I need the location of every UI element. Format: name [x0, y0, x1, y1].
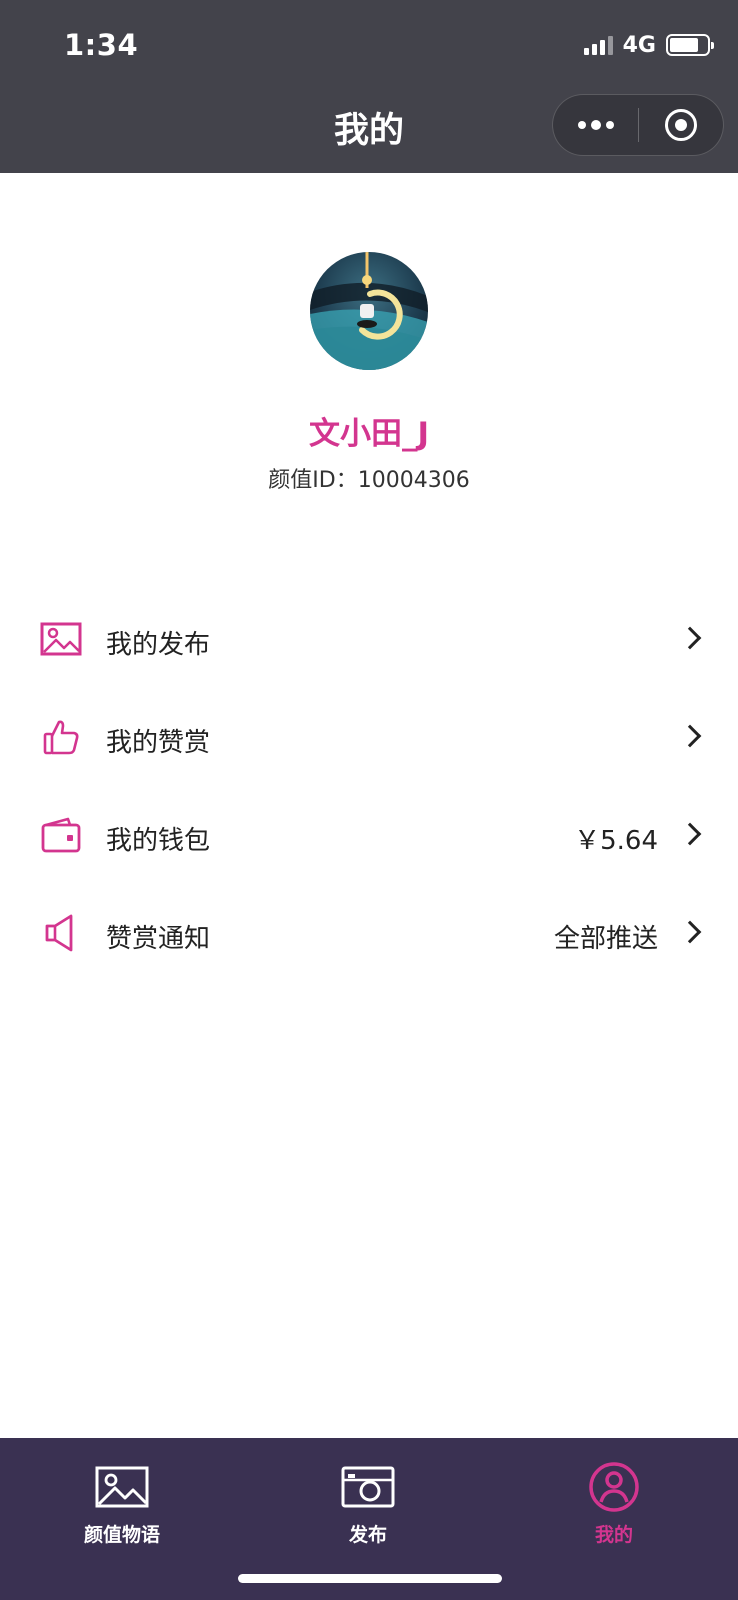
status-time: 1:34: [64, 28, 139, 62]
close-miniprogram-icon[interactable]: [639, 95, 723, 155]
picture-icon: [38, 616, 84, 662]
menu-item-my-wallet[interactable]: 我的钱包 ￥5.64: [0, 790, 738, 888]
chevron-right-icon: [678, 920, 702, 944]
more-icon[interactable]: [553, 95, 638, 155]
menu-item-label: 我的钱包: [106, 826, 211, 856]
notification-setting: 全部推送: [553, 924, 658, 954]
top-bar: 1:34 4G 我的: [0, 0, 738, 173]
signal-icon: [583, 35, 613, 55]
chevron-right-icon: [678, 724, 702, 748]
home-indicator[interactable]: [238, 1574, 502, 1583]
tab-me[interactable]: 我的: [534, 1452, 694, 1547]
picture-icon: [94, 1464, 150, 1510]
status-indicators: 4G: [583, 32, 714, 58]
menu-item-my-rewards[interactable]: 我的赞赏: [0, 692, 738, 790]
tab-label: 发布: [348, 1524, 387, 1546]
tab-publish[interactable]: 发布: [288, 1452, 448, 1547]
battery-icon: [666, 34, 714, 56]
chevron-right-icon: [678, 626, 702, 650]
tab-home[interactable]: 颜值物语: [42, 1452, 202, 1547]
menu-item-label: 我的赞赏: [106, 728, 211, 758]
wallet-icon: [38, 812, 84, 858]
menu-item-reward-notifications[interactable]: 赞赏通知 全部推送: [0, 888, 738, 986]
avatar[interactable]: [310, 252, 428, 370]
menu-item-my-posts[interactable]: 我的发布: [0, 594, 738, 692]
speaker-icon: [38, 910, 84, 956]
camera-icon: [340, 1464, 396, 1510]
menu-item-label: 我的发布: [106, 630, 211, 660]
username: 文小田_J: [308, 416, 430, 452]
miniprogram-capsule: [552, 94, 724, 156]
thumbs-up-icon: [38, 714, 84, 760]
network-type: 4G: [622, 32, 656, 58]
user-id: 颜值ID：10004306: [268, 468, 470, 493]
chevron-right-icon: [678, 822, 702, 846]
tab-label: 颜值物语: [83, 1524, 160, 1546]
wallet-balance: ￥5.64: [574, 826, 658, 856]
menu-list: 我的发布 我的赞赏 我的钱包 ￥5.64 赞赏通知 全部推送: [0, 594, 738, 986]
user-icon: [586, 1462, 642, 1512]
tab-label: 我的: [594, 1524, 633, 1546]
status-bar: 1:34 4G: [0, 0, 738, 88]
menu-item-label: 赞赏通知: [106, 924, 211, 954]
